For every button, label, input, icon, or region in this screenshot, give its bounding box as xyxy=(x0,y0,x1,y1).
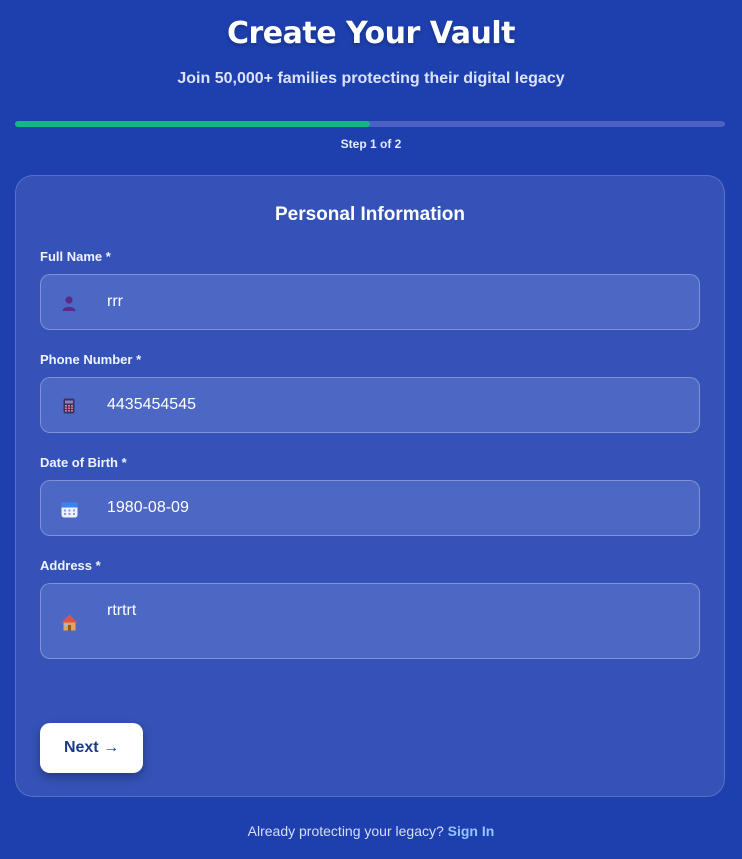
step-label: Step 1 of 2 xyxy=(340,137,402,151)
footer: Already protecting your legacy? Sign In xyxy=(0,823,742,839)
phone-icon xyxy=(59,396,79,416)
footer-prompt: Already protecting your legacy? xyxy=(247,823,448,839)
dob-field[interactable] xyxy=(40,480,700,536)
dob-label: Date of Birth * xyxy=(40,455,127,470)
progress-fill xyxy=(15,121,370,127)
full-name-input[interactable] xyxy=(107,293,683,311)
calendar-icon xyxy=(59,499,79,519)
page-subtitle: Join 50,000+ families protecting their d… xyxy=(177,70,565,87)
form-card: Personal Information Full Name * Phone N… xyxy=(15,175,725,797)
full-name-field[interactable] xyxy=(40,274,700,330)
address-field[interactable]: rtrtrt xyxy=(40,583,700,659)
person-icon xyxy=(59,293,79,313)
full-name-label: Full Name * xyxy=(40,249,111,264)
section-title: Personal Information xyxy=(274,204,466,225)
phone-field[interactable] xyxy=(40,377,700,433)
address-label: Address * xyxy=(40,558,101,573)
sign-in-link[interactable]: Sign In xyxy=(448,823,495,839)
house-icon xyxy=(59,612,79,632)
phone-input[interactable] xyxy=(107,396,683,414)
progress-bar xyxy=(15,121,725,127)
dob-input[interactable] xyxy=(107,499,683,517)
phone-label: Phone Number * xyxy=(40,352,142,367)
next-button[interactable]: Next → xyxy=(40,723,143,773)
page-title: Create Your Vault xyxy=(226,16,516,51)
address-input[interactable]: rtrtrt xyxy=(107,602,683,620)
